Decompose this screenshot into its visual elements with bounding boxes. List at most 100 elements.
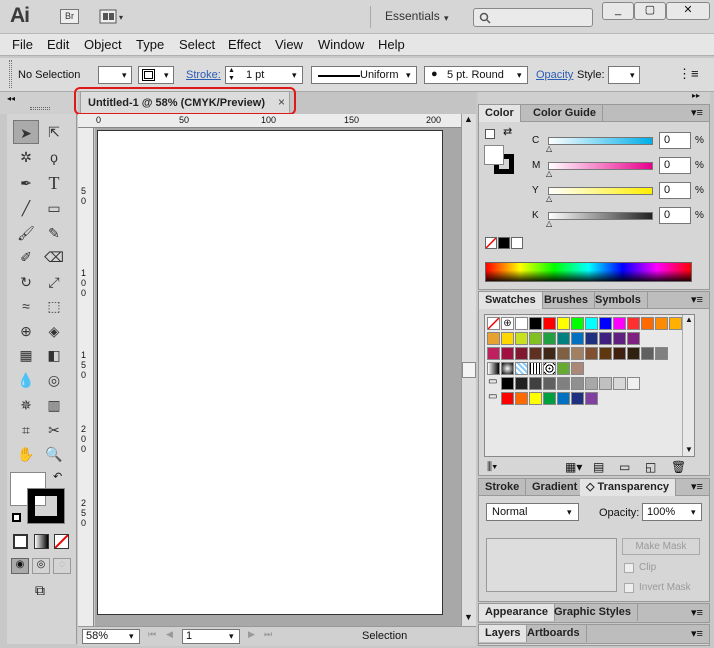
menu-view[interactable]: View xyxy=(275,37,303,52)
new-color-group-icon[interactable]: ▭ xyxy=(619,460,630,474)
pencil-tool-icon[interactable]: ✎ xyxy=(41,221,67,245)
scroll-down-icon[interactable]: ▼ xyxy=(464,612,473,622)
direct-selection-tool-icon[interactable]: ⇱ xyxy=(41,120,67,144)
color-swatch[interactable] xyxy=(585,377,598,390)
color-swatch[interactable] xyxy=(501,332,514,345)
color-swatch[interactable] xyxy=(543,317,556,330)
bridge-button[interactable]: Br xyxy=(60,9,79,24)
invert-mask-checkbox[interactable] xyxy=(624,583,634,593)
swap-fill-stroke-icon[interactable]: ⇄ xyxy=(503,125,512,138)
next-artboard-icon[interactable]: ▶ xyxy=(248,629,255,640)
blend-mode-select[interactable]: Normal ▾ xyxy=(486,503,579,521)
color-swatch[interactable] xyxy=(571,377,584,390)
radial-gradient-swatch[interactable] xyxy=(501,362,514,375)
color-swatch[interactable] xyxy=(557,317,570,330)
color-swatch[interactable] xyxy=(487,332,500,345)
color-swatch[interactable] xyxy=(585,332,598,345)
swatch-options-icon[interactable]: ▤ xyxy=(593,460,604,474)
tab-symbols[interactable]: Symbols xyxy=(589,292,648,309)
black-value-field[interactable]: 0 xyxy=(659,207,691,224)
draw-normal-icon[interactable]: ◉ xyxy=(11,558,29,574)
color-swatch[interactable] xyxy=(655,347,668,360)
magenta-slider[interactable] xyxy=(548,162,653,170)
gradient-tool-icon[interactable]: ◧ xyxy=(41,343,67,367)
none-swatch[interactable] xyxy=(487,317,500,330)
tab-color-guide[interactable]: Color Guide xyxy=(527,105,603,122)
mask-thumbnail[interactable] xyxy=(486,538,617,592)
slider-handle-icon[interactable]: △ xyxy=(546,194,552,203)
new-swatch-icon[interactable]: ◱ xyxy=(645,460,656,474)
brush-definition[interactable]: ● 5 pt. Round ▾ xyxy=(424,66,528,84)
color-swatch[interactable] xyxy=(613,347,626,360)
stroke-weight-field[interactable]: ▲ ▼ 1 pt ▾ xyxy=(225,66,303,84)
maximize-button[interactable]: ▢ xyxy=(634,2,666,20)
pattern-swatch[interactable] xyxy=(543,362,556,375)
artboard-number-field[interactable]: 1 ▾ xyxy=(182,629,240,644)
folder-icon[interactable]: ▭ xyxy=(488,376,497,387)
rectangle-tool-icon[interactable]: ▭ xyxy=(41,196,67,220)
rotate-tool-icon[interactable]: ↻ xyxy=(13,270,39,294)
white-swatch[interactable] xyxy=(515,317,528,330)
minimize-button[interactable]: _ xyxy=(602,2,634,20)
color-swatch[interactable] xyxy=(557,392,570,405)
eraser-tool-icon[interactable]: ⌫ xyxy=(41,245,67,269)
tab-color[interactable]: Color xyxy=(479,105,521,122)
workspace-caret-icon[interactable]: ▾ xyxy=(444,13,449,24)
eyedropper-tool-icon[interactable]: 💧 xyxy=(13,368,39,392)
panel-menu-icon[interactable]: ▾≡ xyxy=(691,106,703,119)
color-swatch[interactable] xyxy=(655,317,668,330)
pattern-swatch[interactable] xyxy=(529,362,542,375)
blob-brush-tool-icon[interactable]: ✐ xyxy=(13,245,39,269)
color-swatch[interactable] xyxy=(529,377,542,390)
expand-panels-icon[interactable]: ▸▸ xyxy=(692,91,700,100)
stroke-color-box[interactable] xyxy=(27,488,65,524)
pattern-swatch[interactable] xyxy=(571,362,584,375)
default-colors-icon[interactable] xyxy=(12,513,21,522)
free-transform-tool-icon[interactable]: ⬚ xyxy=(41,294,67,318)
color-swatch[interactable] xyxy=(669,317,682,330)
color-swatch[interactable] xyxy=(571,347,584,360)
color-swatch[interactable] xyxy=(501,392,514,405)
tab-swatches[interactable]: Swatches xyxy=(479,292,543,309)
scroll-thumb[interactable] xyxy=(462,362,476,378)
color-swatch[interactable] xyxy=(641,317,654,330)
color-swatch[interactable] xyxy=(599,317,612,330)
panel-fill-box[interactable] xyxy=(484,145,504,165)
tab-appearance[interactable]: Appearance xyxy=(479,604,555,621)
menu-window[interactable]: Window xyxy=(318,37,364,52)
first-artboard-icon[interactable]: ⏮ xyxy=(148,629,156,640)
zoom-tool-icon[interactable]: 🔍 xyxy=(41,442,67,466)
column-graph-tool-icon[interactable]: ▥ xyxy=(41,393,67,417)
color-spectrum[interactable] xyxy=(485,262,692,282)
color-swatch[interactable] xyxy=(515,332,528,345)
control-menu-icon[interactable]: ⋮≡ xyxy=(678,66,699,82)
registration-swatch-icon[interactable]: ⊕ xyxy=(501,317,514,330)
color-swatch[interactable] xyxy=(543,392,556,405)
draw-behind-icon[interactable]: ◎ xyxy=(32,558,50,574)
grip-handle[interactable] xyxy=(30,107,50,110)
color-swatch[interactable] xyxy=(515,392,528,405)
color-swatch[interactable] xyxy=(627,347,640,360)
cyan-value-field[interactable]: 0 xyxy=(659,132,691,149)
blend-tool-icon[interactable]: ◎ xyxy=(41,368,67,392)
delete-swatch-icon[interactable]: 🗑 xyxy=(671,460,686,474)
panel-menu-icon[interactable]: ▾≡ xyxy=(691,293,703,306)
swatch-scrollbar[interactable]: ▲ ▼ xyxy=(682,315,694,456)
gradient-mode-icon[interactable] xyxy=(34,534,49,549)
menu-object[interactable]: Object xyxy=(84,37,122,52)
artboard-tool-icon[interactable]: ⌗ xyxy=(13,418,39,442)
black-slider[interactable] xyxy=(548,212,653,220)
lasso-tool-icon[interactable]: ϙ xyxy=(41,145,67,169)
color-swatch[interactable] xyxy=(557,377,570,390)
swatch-libraries-icon[interactable]: ⫼▾ xyxy=(487,461,497,474)
search-input[interactable] xyxy=(473,8,593,27)
arrange-documents-button[interactable]: ▾ xyxy=(99,9,127,24)
color-swatch[interactable] xyxy=(501,347,514,360)
color-swatch[interactable] xyxy=(571,392,584,405)
color-swatch[interactable] xyxy=(641,347,654,360)
white-swatch[interactable] xyxy=(511,237,523,249)
default-fill-stroke-icon[interactable] xyxy=(485,129,495,139)
color-swatch[interactable] xyxy=(543,347,556,360)
color-swatch[interactable] xyxy=(557,332,570,345)
mesh-tool-icon[interactable]: ▦ xyxy=(13,343,39,367)
